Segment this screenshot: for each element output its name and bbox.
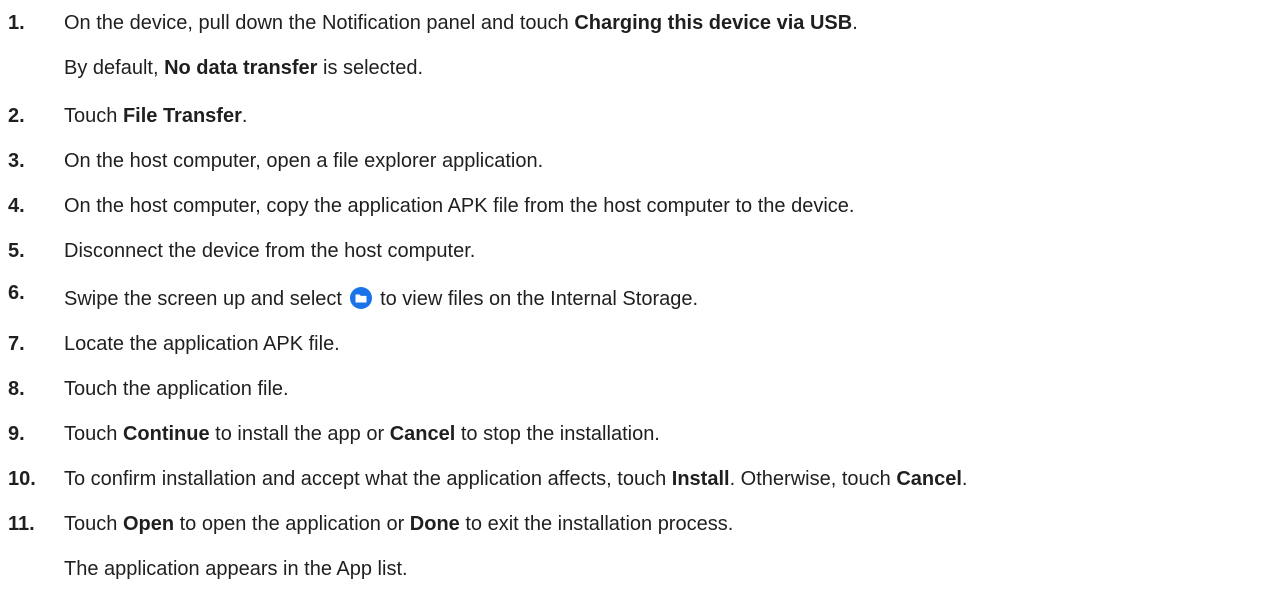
step-text: Swipe the screen up and select to view f…	[64, 287, 699, 310]
step-11-note: The application appears in the App list.	[64, 558, 408, 580]
step-text: Disconnect the device from the host comp…	[64, 240, 476, 262]
step-number: 7.	[8, 333, 25, 355]
step-number: 11.	[8, 513, 35, 535]
step-number: 5.	[8, 240, 25, 262]
step-text: To confirm installation and accept what …	[64, 468, 968, 490]
step-number: 4.	[8, 195, 25, 217]
files-folder-icon	[349, 287, 372, 309]
step-number: 8.	[8, 378, 25, 400]
instruction-steps: 1. On the device, pull down the Notifica…	[0, 0, 1264, 616]
step-text: On the device, pull down the Notificatio…	[64, 12, 858, 34]
step-number: 6.	[8, 282, 25, 304]
step-number: 1.	[8, 12, 25, 34]
step-number: 9.	[8, 423, 25, 445]
step-number: 10.	[8, 468, 36, 490]
step-1-note: By default, No data transfer is selected…	[64, 57, 424, 79]
step-text: Touch File Transfer.	[64, 105, 248, 127]
step-text: Touch the application file.	[64, 378, 289, 400]
step-text: Touch Continue to install the app or Can…	[64, 423, 660, 445]
step-number: 2.	[8, 105, 25, 127]
step-text: Touch Open to open the application or Do…	[64, 513, 734, 535]
step-text: On the host computer, copy the applicati…	[64, 195, 855, 217]
step-text: On the host computer, open a file explor…	[64, 150, 544, 172]
step-text: Locate the application APK file.	[64, 333, 340, 355]
step-number: 3.	[8, 150, 25, 172]
